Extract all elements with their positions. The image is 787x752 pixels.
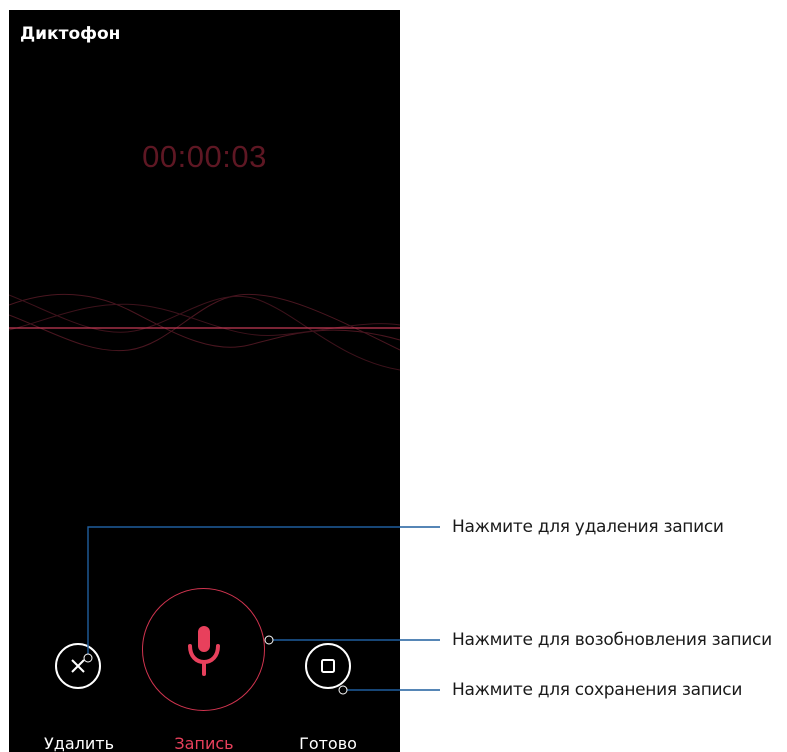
callout-delete: Нажмите для удаления записи bbox=[452, 517, 724, 537]
callout-resume: Нажмите для возобновления записи bbox=[452, 630, 772, 650]
callout-save: Нажмите для сохранения записи bbox=[452, 680, 743, 700]
